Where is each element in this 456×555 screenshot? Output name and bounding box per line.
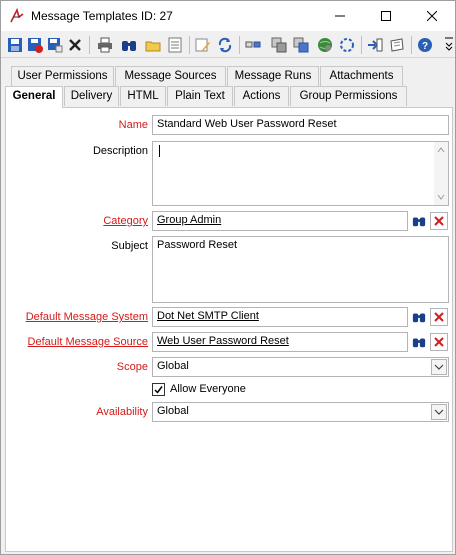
- message-system-lookup-button[interactable]: [410, 308, 428, 326]
- message-system-field[interactable]: Dot Net SMTP Client: [152, 307, 408, 327]
- close-icon: [427, 11, 437, 21]
- copy-all-icon[interactable]: [293, 37, 309, 53]
- globe-icon[interactable]: [317, 37, 333, 53]
- checkmark-icon: [154, 386, 163, 394]
- category-lookup-button[interactable]: [410, 212, 428, 230]
- clear-x-icon: [434, 337, 444, 347]
- find-icon[interactable]: [121, 37, 137, 53]
- tab-general[interactable]: General: [5, 86, 63, 108]
- allow-everyone-checkbox[interactable]: [152, 383, 165, 396]
- save-new-icon[interactable]: [47, 37, 63, 53]
- availability-value: Global: [157, 405, 189, 417]
- message-source-clear-button[interactable]: [430, 333, 448, 351]
- tab-row-2: General Delivery HTML Plain Text Actions…: [1, 86, 455, 108]
- name-field[interactable]: Standard Web User Password Reset: [152, 115, 449, 135]
- availability-dropdown-button[interactable]: [431, 404, 447, 420]
- message-source-lookup-button[interactable]: [410, 333, 428, 351]
- toolbar-separator: [411, 36, 412, 54]
- toolbar-separator: [361, 36, 362, 54]
- message-system-label[interactable]: Default Message System: [6, 311, 148, 323]
- message-system-value: Dot Net SMTP Client: [157, 310, 259, 322]
- scope-label: Scope: [116, 361, 148, 373]
- window-title: Message Templates ID: 27: [31, 9, 173, 23]
- availability-select[interactable]: Global: [152, 402, 449, 422]
- text-cursor: [159, 145, 160, 157]
- tab-group-permissions[interactable]: Group Permissions: [290, 86, 407, 106]
- export-icon[interactable]: [367, 37, 383, 53]
- clear-x-icon: [434, 312, 444, 322]
- tab-delivery[interactable]: Delivery: [64, 86, 119, 106]
- category-value: Group Admin: [157, 214, 222, 226]
- note-icon[interactable]: [389, 37, 405, 53]
- subject-label: Subject: [111, 240, 148, 252]
- category-label[interactable]: Category: [6, 215, 148, 227]
- app-logo-icon: [10, 8, 24, 23]
- description-scrollbar[interactable]: [434, 142, 448, 205]
- description-label: Description: [92, 145, 148, 157]
- tab-row-1: User Permissions Message Sources Message…: [1, 66, 455, 86]
- binoculars-icon: [412, 313, 426, 323]
- subject-field[interactable]: Password Reset: [152, 236, 449, 303]
- refresh-icon[interactable]: [217, 37, 233, 53]
- description-field[interactable]: [152, 141, 449, 206]
- general-panel: Name Standard Web User Password Reset De…: [5, 107, 453, 552]
- name-label: Name: [118, 119, 148, 131]
- minimize-icon: [335, 15, 345, 17]
- toolbar-separator: [189, 36, 190, 54]
- message-source-value: Web User Password Reset: [157, 335, 289, 347]
- settings-icon[interactable]: [339, 37, 355, 53]
- tab-plain-text[interactable]: Plain Text: [167, 86, 233, 106]
- category-field[interactable]: Group Admin: [152, 211, 408, 231]
- tab-message-sources[interactable]: Message Sources: [115, 66, 226, 86]
- allow-everyone-label[interactable]: Allow Everyone: [170, 383, 246, 395]
- binoculars-icon: [412, 338, 426, 348]
- delete-icon[interactable]: [67, 37, 83, 53]
- message-source-label[interactable]: Default Message Source: [6, 336, 148, 348]
- tab-user-permissions[interactable]: User Permissions: [11, 66, 114, 86]
- link-icon[interactable]: [245, 37, 261, 53]
- tab-message-runs[interactable]: Message Runs: [227, 66, 319, 86]
- message-source-field[interactable]: Web User Password Reset: [152, 332, 408, 352]
- help-icon[interactable]: ?: [417, 37, 433, 53]
- clear-x-icon: [434, 216, 444, 226]
- close-button[interactable]: [409, 1, 455, 31]
- open-icon[interactable]: [145, 37, 161, 53]
- availability-label: Availability: [96, 406, 148, 418]
- message-system-clear-button[interactable]: [430, 308, 448, 326]
- chevron-down-icon: [434, 364, 444, 370]
- toolbar-separator: [89, 36, 90, 54]
- binoculars-icon: [412, 217, 426, 227]
- toolbar-overflow-icon[interactable]: [444, 35, 454, 55]
- scope-select[interactable]: Global: [152, 357, 449, 377]
- tab-html[interactable]: HTML: [120, 86, 166, 106]
- save-icon[interactable]: [7, 37, 23, 53]
- chevron-down-icon: [434, 409, 444, 415]
- name-value: Standard Web User Password Reset: [157, 118, 337, 130]
- scope-dropdown-button[interactable]: [431, 359, 447, 375]
- edit-icon[interactable]: [195, 37, 211, 53]
- save-close-icon[interactable]: [27, 37, 43, 53]
- scroll-down-icon[interactable]: [434, 191, 448, 203]
- window: Message Templates ID: 27 ? User Permissi…: [0, 0, 456, 555]
- maximize-icon: [381, 11, 391, 21]
- subject-value: Password Reset: [157, 239, 238, 251]
- category-clear-button[interactable]: [430, 212, 448, 230]
- toolbar: ?: [1, 32, 455, 58]
- minimize-button[interactable]: [317, 1, 363, 31]
- list-icon[interactable]: [167, 37, 183, 53]
- print-icon[interactable]: [97, 37, 113, 53]
- svg-text:?: ?: [422, 41, 428, 52]
- tab-actions[interactable]: Actions: [234, 86, 289, 106]
- tab-attachments[interactable]: Attachments: [320, 66, 403, 86]
- copy-icon[interactable]: [271, 37, 287, 53]
- title-bar: Message Templates ID: 27: [1, 1, 455, 31]
- maximize-button[interactable]: [363, 1, 409, 31]
- scroll-up-icon[interactable]: [434, 144, 448, 156]
- toolbar-separator: [239, 36, 240, 54]
- scope-value: Global: [157, 360, 189, 372]
